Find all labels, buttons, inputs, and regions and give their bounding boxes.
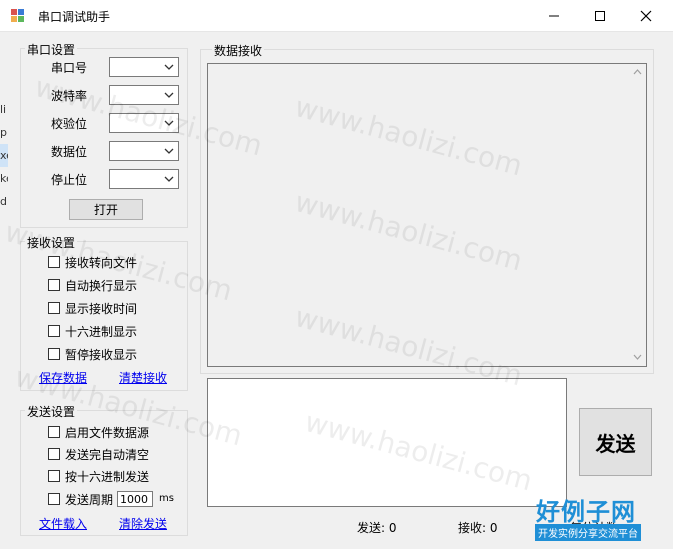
recv-label: 接收: (458, 521, 487, 535)
scroll-down-icon[interactable] (633, 354, 642, 360)
port-select[interactable] (109, 57, 179, 77)
recv-count-label: 接收: 0 (458, 519, 498, 536)
receive-textarea[interactable] (207, 63, 647, 367)
background-list: li p xe ke dl (0, 98, 8, 213)
clear-send-link[interactable]: 清除发送 (119, 515, 167, 532)
show-recv-time-checkbox[interactable] (48, 302, 60, 314)
site-logo-subtitle: 开发实例分享交流平台 (535, 524, 641, 541)
chevron-down-icon (164, 176, 174, 182)
recv-value: 0 (489, 521, 498, 535)
chevron-down-icon (164, 92, 174, 98)
site-logo-title: 好例子网 (536, 498, 636, 526)
period-unit-label: ms (159, 493, 174, 504)
window-title: 串口调试助手 (38, 10, 111, 24)
chevron-down-icon (164, 64, 174, 70)
send-period-label: 发送周期 (65, 493, 114, 507)
hex-display-checkbox[interactable] (48, 325, 60, 337)
file-source-label: 启用文件数据源 (65, 426, 150, 440)
auto-clear-checkbox[interactable] (48, 448, 60, 460)
background-item: dl (0, 195, 8, 208)
databits-label: 数据位 (51, 145, 88, 159)
app-icon (10, 8, 26, 23)
data-receive-title: 数据接收 (212, 42, 265, 59)
chevron-down-icon (164, 148, 174, 154)
close-icon (640, 10, 652, 21)
maximize-icon (595, 10, 605, 21)
stopbits-label: 停止位 (51, 173, 88, 187)
title-bar: 串口调试助手 (0, 0, 673, 32)
show-recv-time-label: 显示接收时间 (65, 302, 138, 316)
file-source-checkbox[interactable] (48, 426, 60, 438)
file-load-link[interactable]: 文件载入 (39, 515, 87, 532)
receive-scrollbar[interactable] (629, 64, 646, 366)
background-item: li (0, 103, 7, 116)
stopbits-select[interactable] (109, 169, 179, 189)
hex-display-label: 十六进制显示 (65, 325, 138, 339)
background-item: ke (0, 172, 8, 185)
send-button[interactable]: 发送 (579, 408, 652, 476)
background-item: p (0, 126, 7, 139)
sent-label: 发送: (357, 521, 386, 535)
hex-send-label: 按十六进制发送 (65, 470, 150, 484)
close-button[interactable] (623, 0, 669, 31)
auto-clear-label: 发送完自动清空 (65, 448, 150, 462)
parity-label: 校验位 (51, 117, 88, 131)
hex-send-checkbox[interactable] (48, 470, 60, 482)
minimize-icon (549, 15, 559, 16)
scroll-up-icon[interactable] (633, 69, 642, 75)
clear-receive-link[interactable]: 清楚接收 (119, 369, 167, 386)
pause-recv-label: 暂停接收显示 (65, 348, 138, 362)
databits-select[interactable] (109, 141, 179, 161)
pause-recv-checkbox[interactable] (48, 348, 60, 360)
sent-count-label: 发送: 0 (357, 519, 397, 536)
send-period-input[interactable] (117, 491, 153, 507)
send-period-checkbox[interactable] (48, 493, 60, 505)
minimize-button[interactable] (531, 0, 577, 31)
sent-value: 0 (388, 521, 397, 535)
background-item: xe (0, 144, 8, 167)
open-port-button[interactable]: 打开 (69, 199, 143, 220)
maximize-button[interactable] (577, 0, 623, 31)
auto-wrap-checkbox[interactable] (48, 279, 60, 291)
serial-settings-title: 串口设置 (25, 41, 78, 58)
